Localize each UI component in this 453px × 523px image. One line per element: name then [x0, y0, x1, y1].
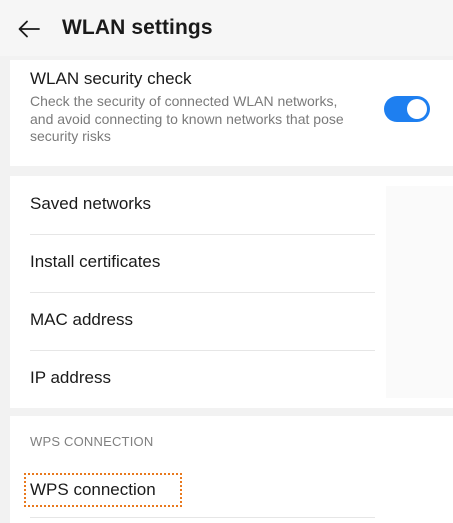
security-check-toggle[interactable] — [384, 96, 430, 122]
list-item-mac-address[interactable]: MAC address — [30, 292, 375, 350]
side-panel-strip — [386, 186, 453, 398]
list-item-label: IP address — [30, 368, 111, 387]
app-header: WLAN settings — [0, 0, 453, 56]
list-item-label: Install certificates — [30, 252, 161, 271]
back-button[interactable] — [14, 14, 44, 44]
toggle-knob — [407, 99, 427, 119]
wps-connection-card: WPS CONNECTION WPS connection — [10, 416, 453, 523]
page-title: WLAN settings — [62, 16, 213, 39]
security-check-card: WLAN security check Check the security o… — [10, 60, 453, 166]
list-item-install-certificates[interactable]: Install certificates — [30, 234, 375, 292]
settings-list-card: Saved networks Install certificates MAC … — [10, 176, 453, 408]
wps-connection-label: WPS connection — [30, 480, 156, 499]
list-item-saved-networks[interactable]: Saved networks — [30, 176, 375, 234]
arrow-left-icon — [18, 20, 40, 38]
security-check-description: Check the security of connected WLAN net… — [30, 93, 344, 144]
list-item-label: Saved networks — [30, 194, 151, 213]
list-item-ip-address[interactable]: IP address — [30, 350, 375, 408]
security-check-title: WLAN security check — [30, 69, 192, 88]
wlan-settings-screen: WLAN settings WLAN security check Check … — [0, 0, 453, 523]
wps-section-header: WPS CONNECTION — [30, 434, 154, 449]
wps-connection-item[interactable]: WPS connection — [24, 473, 182, 507]
list-item-label: MAC address — [30, 310, 133, 329]
divider — [30, 517, 375, 518]
